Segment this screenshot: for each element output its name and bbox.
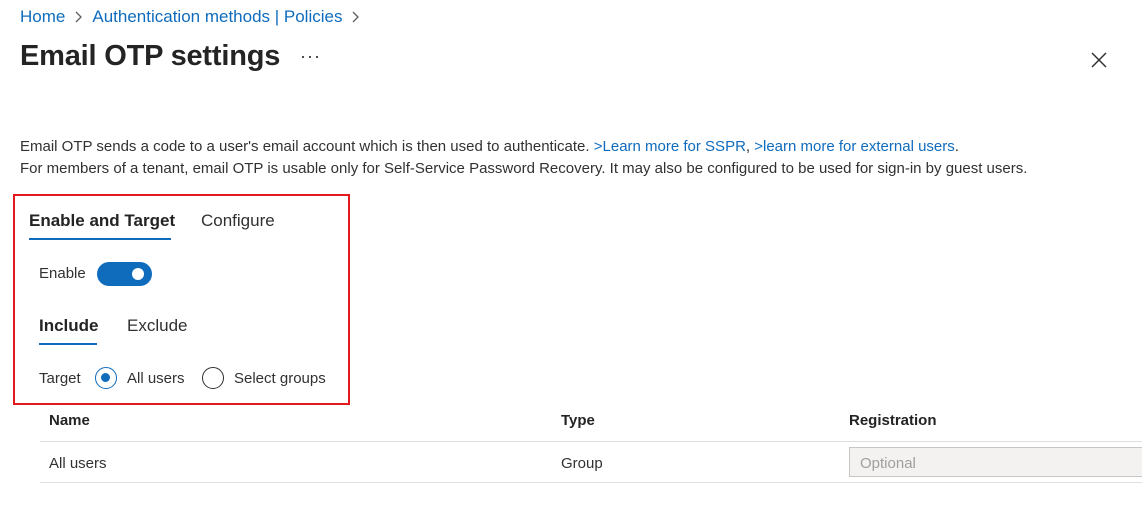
breadcrumb: Home Authentication methods | Policies (20, 7, 369, 27)
more-options-button[interactable]: ··· (300, 46, 321, 67)
table-header-divider (40, 441, 1142, 442)
description-text: Email OTP sends a code to a user's email… (20, 138, 594, 155)
radio-all-users-label[interactable]: All users (127, 370, 185, 387)
registration-dropdown[interactable]: Optional (849, 447, 1142, 477)
tab-exclude[interactable]: Exclude (127, 316, 187, 336)
learn-more-sspr-link[interactable]: >Learn more for SSPR (594, 138, 746, 155)
toggle-knob (132, 268, 144, 280)
row-name-cell: All users (49, 455, 107, 472)
learn-more-external-users-link[interactable]: >learn more for external users (754, 138, 955, 155)
description-line-2: For members of a tenant, email OTP is us… (20, 160, 1028, 177)
tab-include[interactable]: Include (39, 316, 99, 336)
tab-enable-and-target[interactable]: Enable and Target (29, 211, 175, 231)
column-header-type[interactable]: Type (561, 412, 595, 429)
chevron-right-icon (351, 11, 360, 23)
enable-toggle[interactable] (97, 262, 152, 286)
column-header-name[interactable]: Name (49, 412, 90, 429)
target-label: Target (39, 370, 81, 387)
page-title: Email OTP settings (20, 40, 281, 72)
radio-select-groups-label[interactable]: Select groups (234, 370, 326, 387)
chevron-right-icon (74, 11, 83, 23)
description-period: . (954, 138, 959, 155)
tab-configure[interactable]: Configure (201, 211, 275, 231)
close-button[interactable] (1086, 47, 1112, 73)
active-tab-indicator (29, 238, 171, 240)
breadcrumb-home-link[interactable]: Home (20, 7, 65, 27)
table-row-divider (40, 482, 1142, 483)
row-type-cell: Group (561, 455, 603, 472)
column-header-registration[interactable]: Registration (849, 412, 937, 429)
radio-select-groups[interactable] (202, 367, 224, 389)
active-subtab-indicator (39, 343, 97, 345)
description-line-1: Email OTP sends a code to a user's email… (20, 138, 959, 155)
radio-all-users[interactable] (95, 367, 117, 389)
radio-selected-dot (101, 373, 110, 382)
registration-placeholder: Optional (860, 455, 916, 472)
description-comma: , (745, 138, 755, 155)
close-icon (1091, 52, 1107, 68)
enable-label: Enable (39, 265, 86, 282)
breadcrumb-policies-link[interactable]: Authentication methods | Policies (92, 7, 342, 27)
